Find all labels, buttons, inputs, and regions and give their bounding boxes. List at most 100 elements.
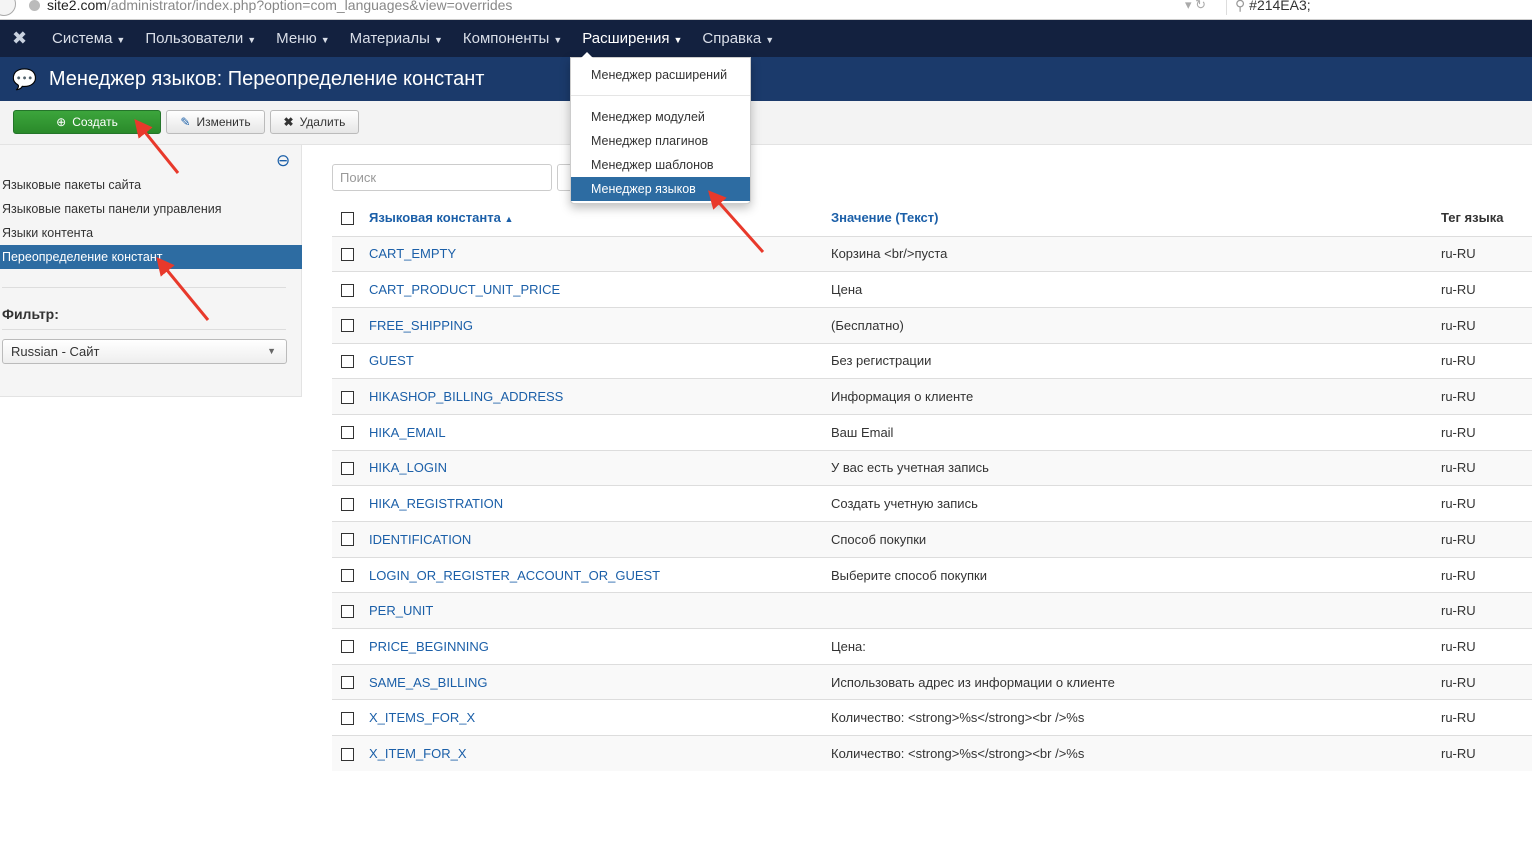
row-checkbox-cell xyxy=(332,735,369,772)
row-checkbox[interactable] xyxy=(341,604,354,618)
language-tag-cell: ru-RU xyxy=(1441,663,1532,700)
sidebar-item-site-packages[interactable]: Языковые пакеты сайта xyxy=(0,173,302,197)
constant-link[interactable]: PRICE_BEGINNING xyxy=(369,628,831,665)
sidebar-item-overrides[interactable]: Переопределение констант xyxy=(0,245,302,269)
table-row: CART_EMPTY Корзина <br/>пуста ru-RU xyxy=(332,235,1532,272)
nav-help[interactable]: Справка ▼ xyxy=(702,30,774,47)
header-value[interactable]: Значение (Текст) xyxy=(831,200,1441,237)
constant-link[interactable]: X_ITEMS_FOR_X xyxy=(369,699,831,736)
constant-link[interactable]: HIKA_LOGIN xyxy=(369,449,831,486)
row-checkbox[interactable] xyxy=(341,247,354,261)
table-row: HIKA_EMAIL Ваш Email ru-RU xyxy=(332,413,1532,451)
row-checkbox[interactable] xyxy=(341,426,354,440)
table-row: FREE_SHIPPING (Бесплатно) ru-RU xyxy=(332,306,1532,344)
value-cell: Без регистрации xyxy=(831,342,1441,379)
reload-icon[interactable]: ▾ ↻ xyxy=(1185,0,1206,13)
row-checkbox-cell xyxy=(332,592,369,629)
language-filter-select[interactable]: Russian - Сайт ▼ xyxy=(2,339,287,364)
row-checkbox-cell xyxy=(332,556,369,593)
table-row: SAME_AS_BILLING Использовать адрес из ин… xyxy=(332,663,1532,700)
language-tag-cell: ru-RU xyxy=(1441,306,1532,344)
row-checkbox-cell xyxy=(332,699,369,736)
row-checkbox[interactable] xyxy=(341,676,354,690)
back-icon[interactable] xyxy=(0,0,16,16)
delete-button[interactable]: ✖ Удалить xyxy=(270,110,359,134)
nav-label: Система xyxy=(52,30,113,47)
browser-search-field[interactable]: ⚲ #214EA3; xyxy=(1226,0,1532,15)
header-language-tag[interactable]: Тег языка xyxy=(1441,200,1532,237)
comments-icon: 💬 xyxy=(12,68,37,91)
row-checkbox[interactable] xyxy=(341,533,354,547)
create-button[interactable]: ⊕ Создать xyxy=(13,110,161,134)
nav-system[interactable]: Система ▼ xyxy=(52,30,125,47)
search-icon: ⚲ xyxy=(1235,0,1250,13)
nav-content[interactable]: Материалы ▼ xyxy=(350,30,443,47)
value-cell: Информация о клиенте xyxy=(831,378,1441,415)
language-tag-cell: ru-RU xyxy=(1441,521,1532,558)
table-header-row: Языковая константа ▲ Значение (Текст) Те… xyxy=(332,200,1532,237)
value-cell: Ваш Email xyxy=(831,413,1441,451)
table-row: GUEST Без регистрации ru-RU xyxy=(332,342,1532,379)
language-tag-cell: ru-RU xyxy=(1441,592,1532,629)
joomla-logo-icon[interactable]: ✖ xyxy=(12,28,42,49)
menu-item-language-manager[interactable]: Менеджер языков xyxy=(571,177,750,201)
nav-users[interactable]: Пользователи ▼ xyxy=(145,30,256,47)
nav-components[interactable]: Компоненты ▼ xyxy=(463,30,562,47)
constant-link[interactable]: GUEST xyxy=(369,342,831,379)
constant-link[interactable]: FREE_SHIPPING xyxy=(369,306,831,344)
value-cell: Выберите способ покупки xyxy=(831,556,1441,593)
constant-link[interactable]: X_ITEM_FOR_X xyxy=(369,735,831,772)
row-checkbox[interactable] xyxy=(341,711,354,725)
delete-label: Удалить xyxy=(299,115,346,129)
browser-search-value: #214EA3; xyxy=(1249,0,1311,13)
nav-label: Пользователи xyxy=(145,30,244,47)
constant-link[interactable]: HIKA_EMAIL xyxy=(369,413,831,451)
nav-menus[interactable]: Меню ▼ xyxy=(276,30,329,47)
sidebar-item-content-languages[interactable]: Языки контента xyxy=(0,221,302,245)
menu-item-template-manager[interactable]: Менеджер шаблонов xyxy=(571,153,750,177)
value-cell: Количество: <strong>%s</strong><br />%s xyxy=(831,699,1441,736)
table-row: HIKASHOP_BILLING_ADDRESS Информация о кл… xyxy=(332,378,1532,415)
header-label: Значение (Текст) xyxy=(831,210,939,226)
row-checkbox[interactable] xyxy=(341,354,354,368)
constant-link[interactable]: IDENTIFICATION xyxy=(369,521,831,558)
row-checkbox[interactable] xyxy=(341,640,354,654)
search-input[interactable]: Поиск xyxy=(332,164,552,191)
menu-item-extension-manager[interactable]: Менеджер расширений xyxy=(571,63,750,87)
header-label: Тег языка xyxy=(1441,210,1504,226)
x-icon: ✖ xyxy=(283,115,294,129)
row-checkbox[interactable] xyxy=(341,497,354,511)
table-row: IDENTIFICATION Способ покупки ru-RU xyxy=(332,521,1532,558)
url-path: /administrator/index.php?option=com_lang… xyxy=(106,0,513,13)
constant-link[interactable]: LOGIN_OR_REGISTER_ACCOUNT_OR_GUEST xyxy=(369,556,831,593)
caret-down-icon: ▼ xyxy=(433,35,443,45)
row-checkbox[interactable] xyxy=(341,390,354,404)
menu-item-plugin-manager[interactable]: Менеджер плагинов xyxy=(571,129,750,153)
constant-link[interactable]: CART_PRODUCT_UNIT_PRICE xyxy=(369,271,831,308)
menu-item-module-manager[interactable]: Менеджер модулей xyxy=(571,105,750,129)
header-constant[interactable]: Языковая константа ▲ xyxy=(369,200,831,237)
nav-label: Справка xyxy=(702,30,762,47)
language-tag-cell: ru-RU xyxy=(1441,699,1532,736)
constant-link[interactable]: CART_EMPTY xyxy=(369,235,831,272)
select-all-checkbox[interactable] xyxy=(341,211,354,225)
value-cell: Корзина <br/>пуста xyxy=(831,235,1441,272)
row-checkbox[interactable] xyxy=(341,319,354,333)
edit-button[interactable]: ✎ Изменить xyxy=(166,110,265,134)
row-checkbox[interactable] xyxy=(341,747,354,761)
sidebar-item-admin-packages[interactable]: Языковые пакеты панели управления xyxy=(0,197,302,221)
table-row: LOGIN_OR_REGISTER_ACCOUNT_OR_GUEST Выбер… xyxy=(332,556,1532,593)
row-checkbox[interactable] xyxy=(341,283,354,297)
constant-link[interactable]: SAME_AS_BILLING xyxy=(369,663,831,700)
url-field[interactable]: site2.com/administrator/index.php?option… xyxy=(47,0,512,13)
filter-value: Russian - Сайт xyxy=(11,344,100,359)
row-checkbox[interactable] xyxy=(341,569,354,583)
table-row: HIKA_LOGIN У вас есть учетная запись ru-… xyxy=(332,449,1532,486)
constant-link[interactable]: HIKA_REGISTRATION xyxy=(369,485,831,522)
constant-link[interactable]: PER_UNIT xyxy=(369,592,831,629)
row-checkbox-cell xyxy=(332,663,369,700)
row-checkbox[interactable] xyxy=(341,461,354,475)
collapse-sidebar-icon[interactable]: ⊖ xyxy=(276,151,290,171)
nav-extensions[interactable]: Расширения ▼ xyxy=(582,30,682,47)
constant-link[interactable]: HIKASHOP_BILLING_ADDRESS xyxy=(369,378,831,415)
